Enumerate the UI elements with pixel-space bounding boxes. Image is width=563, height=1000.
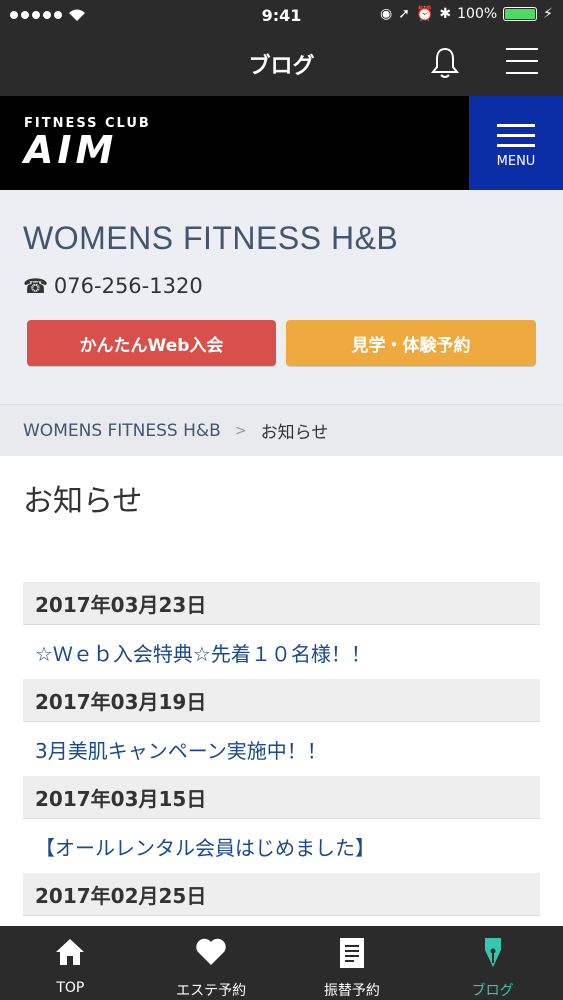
phone-row[interactable]: ☎ 076-256-1320 [23,274,203,298]
phone-number[interactable]: 076-256-1320 [54,274,203,298]
page-title: お知らせ [23,484,143,519]
tab-bar: TOP エステ予約 振替予約 ブログ [0,926,563,1000]
post-list: 2017年03月23日 ☆Ｗｅｂ入会特典☆先着１０名様！！ 2017年03月19… [23,582,540,970]
menu-icon [497,124,535,154]
menu-button[interactable]: MENU [469,96,563,190]
post-link[interactable]: ☆Ｗｅｂ入会特典☆先着１０名様！！ [23,625,540,679]
home-icon [56,939,85,965]
club-info: WOMENS FITNESS H&B ☎ 076-256-1320 かんたんWe… [0,190,563,404]
status-right: ◉ ➚ ⏰ ✱ 100% ⚡ [380,6,553,22]
bell-icon[interactable] [430,46,460,80]
breadcrumb-home[interactable]: WOMENS FITNESS H&B [23,421,221,441]
heart-icon [196,938,226,965]
alarm-icon: ⏰ [415,6,434,22]
web-join-button[interactable]: かんたんWeb入会 [27,320,276,366]
location-icon: ➚ [398,6,410,22]
bluetooth-icon: ✱ [439,6,452,22]
tab-label: 振替予約 [323,983,380,999]
tab-label: ブログ [471,983,514,999]
tab-label: エステ予約 [176,983,247,999]
post-date: 2017年02月25日 [23,873,540,916]
menu-label: MENU [496,154,536,169]
document-icon [339,938,364,968]
nav-title: ブログ [248,54,315,79]
tab-transfer-reservation[interactable]: 振替予約 [282,926,423,1000]
logo-big-text: AIM [24,128,118,172]
logo[interactable]: FITNESS CLUB AIM [24,116,151,169]
breadcrumb-separator: > [234,422,247,439]
trial-reservation-button[interactable]: 見学・体験予約 [286,320,536,366]
lock-rotation-icon: ◉ [380,6,393,22]
battery-icon [503,7,538,21]
post-date: 2017年03月15日 [23,776,540,819]
tab-top[interactable]: TOP [0,926,141,1000]
pen-icon [484,938,501,967]
battery-percent: 100% [457,6,498,22]
charging-icon: ⚡ [543,6,553,22]
post-link[interactable]: 3月美肌キャンペーン実施中！！ [23,722,540,776]
tab-esthe-reservation[interactable]: エステ予約 [141,926,282,1000]
nav-bar: ブログ [0,32,563,96]
phone-icon: ☎ [23,274,48,298]
status-bar: 9:41 ◉ ➚ ⏰ ✱ 100% ⚡ [0,0,563,32]
tab-blog[interactable]: ブログ [422,926,563,1000]
post-date: 2017年03月23日 [23,582,540,625]
club-name: WOMENS FITNESS H&B [23,220,399,256]
brand-header: FITNESS CLUB AIM MENU [0,96,563,190]
post-link[interactable]: 【オールレンタル会員はじめました】 [23,819,540,873]
breadcrumb: WOMENS FITNESS H&B > お知らせ [0,404,563,456]
tab-label: TOP [56,980,85,996]
breadcrumb-current: お知らせ [260,423,329,443]
hamburger-icon[interactable] [506,48,538,76]
post-date: 2017年03月19日 [23,679,540,722]
